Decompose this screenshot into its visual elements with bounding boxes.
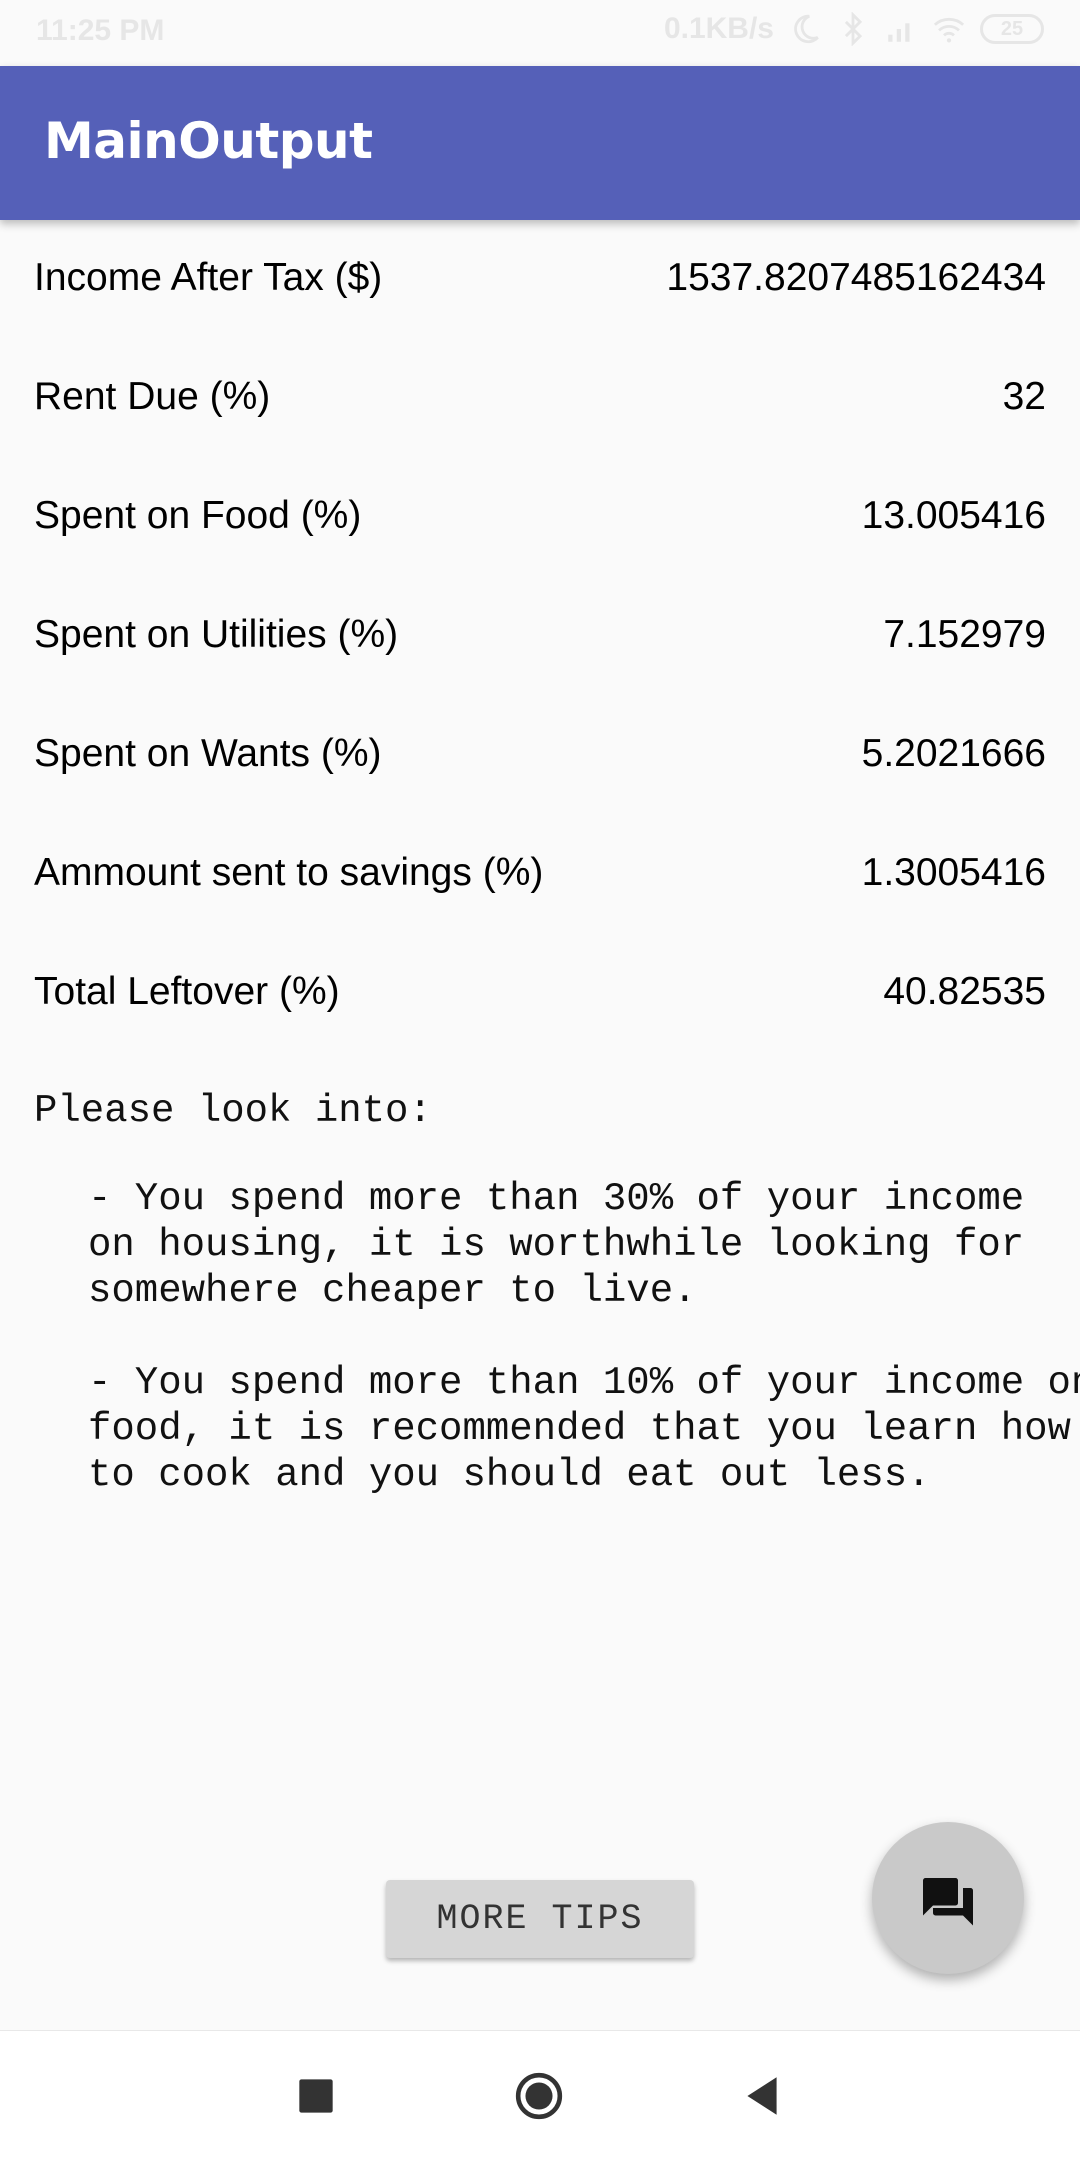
result-value: 7.152979: [883, 613, 1046, 656]
result-row-income-after-tax: Income After Tax ($) 1537.8207485162434: [34, 256, 1046, 316]
more-tips-button[interactable]: MORE TIPS: [386, 1880, 694, 1958]
result-value: 1537.8207485162434: [666, 256, 1046, 299]
app-bar: MainOutput: [0, 66, 1080, 220]
result-value: 1.3005416: [861, 851, 1046, 894]
moon-icon: [794, 14, 819, 44]
result-label: Income After Tax ($): [34, 256, 383, 299]
result-label: Spent on Food (%): [34, 494, 362, 537]
status-time: 11:25 PM: [36, 14, 165, 47]
status-bar: 11:25 PM 0.1KB/s 25: [0, 0, 1080, 66]
result-label: Ammount sent to savings (%): [34, 851, 544, 894]
tip-food: - You spend more than 10% of your income…: [88, 1361, 1080, 1497]
status-icons: 0.1KB/s 25: [664, 12, 1044, 46]
recents-square-icon[interactable]: [291, 2071, 341, 2121]
result-value: 13.005416: [861, 494, 1046, 537]
network-speed: 0.1KB/s: [663, 12, 774, 45]
battery-icon: 25: [980, 14, 1044, 44]
result-row-total-leftover: Total Leftover (%) 40.82535: [34, 970, 1046, 1030]
chat-fab-button[interactable]: [872, 1822, 1024, 1974]
tip-housing: - You spend more than 30% of your income…: [88, 1177, 1025, 1313]
result-row-food: Spent on Food (%) 13.005416: [34, 494, 1046, 554]
result-value: 32: [1002, 375, 1046, 418]
result-label: Spent on Utilities (%): [34, 613, 399, 656]
result-value: 5.2021666: [861, 732, 1046, 775]
advice-heading: Please look into:: [34, 1089, 432, 1133]
page-title: MainOutput: [44, 112, 373, 170]
system-nav-bar: [0, 2030, 1080, 2161]
result-row-savings: Ammount sent to savings (%) 1.3005416: [34, 851, 1046, 911]
wifi-icon: [933, 17, 965, 43]
result-value: 40.82535: [883, 970, 1046, 1013]
chat-icon: [923, 1878, 973, 1926]
result-row-rent-due: Rent Due (%) 32: [34, 375, 1046, 435]
signal-icon: [888, 23, 910, 42]
home-circle-icon[interactable]: [514, 2071, 564, 2121]
result-label: Total Leftover (%): [34, 970, 340, 1013]
result-row-utilities: Spent on Utilities (%) 7.152979: [34, 613, 1046, 673]
result-label: Rent Due (%): [34, 375, 271, 418]
result-label: Spent on Wants (%): [34, 732, 382, 775]
bluetooth-icon: [844, 12, 863, 46]
back-triangle-icon[interactable]: [737, 2071, 787, 2121]
result-row-wants: Spent on Wants (%) 5.2021666: [34, 732, 1046, 792]
